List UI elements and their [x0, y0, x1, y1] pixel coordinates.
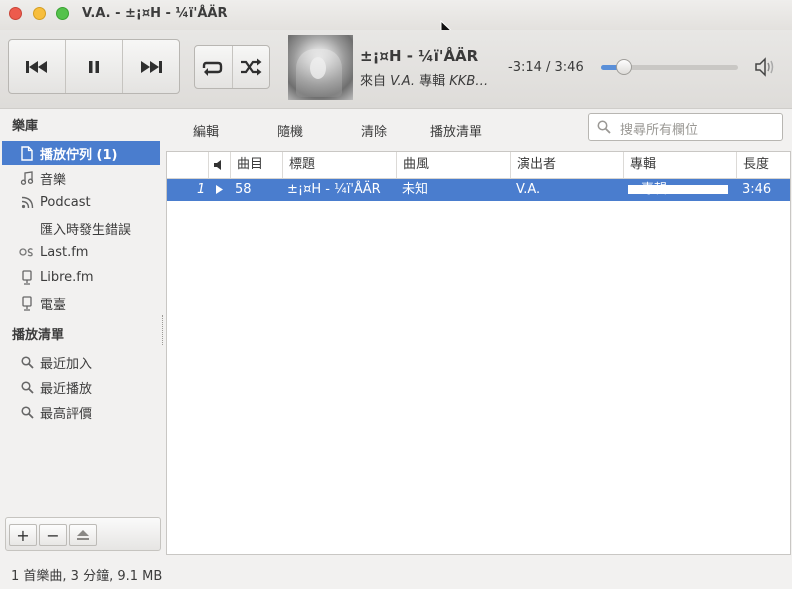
sidebar-footer: + −: [5, 517, 161, 551]
search-icon: [16, 405, 38, 419]
sidebar-item-play-queue[interactable]: 播放佇列 (1): [2, 141, 160, 165]
row-index: 1: [197, 182, 206, 197]
search-placeholder: 搜尋所有欄位: [620, 123, 699, 138]
search-icon: [16, 380, 38, 394]
status-bar: 1 首樂曲, 3 分鐘, 9.1 MB: [11, 569, 163, 584]
eject-button[interactable]: [69, 524, 97, 546]
play-icon: [216, 185, 223, 194]
elapsed-time: -3:14 / 3:46: [508, 60, 584, 75]
track-table: 曲目 標題 曲風 演出者 專輯 長度 1 58 ±¡¤H - ¼ï'ÅÄR 未知…: [166, 151, 791, 555]
transport-controls: [8, 39, 180, 94]
library-header: 樂庫: [12, 119, 39, 134]
sidebar-item-librefm[interactable]: Libre.fm: [0, 265, 160, 289]
volume-icon[interactable]: [754, 57, 778, 77]
column-index[interactable]: [167, 152, 209, 178]
redaction-bar: [628, 185, 728, 194]
column-track[interactable]: 曲目: [231, 152, 283, 178]
row-title: ±¡¤H - ¼ï'ÅÄR: [287, 182, 381, 197]
sidebar-item-radio[interactable]: 電臺: [0, 291, 160, 315]
skip-next-icon: [141, 60, 162, 73]
search-input[interactable]: 搜尋所有欄位: [588, 113, 783, 141]
eject-icon: [77, 530, 89, 540]
shuffle-icon: [240, 58, 262, 76]
window-title: V.A. - ±¡¤H - ¼ï'ÅÄR: [82, 6, 228, 21]
playing-indicator: [215, 179, 229, 201]
sidebar: 樂庫 播放佇列 (1) 音樂 Podcast 匯入時發生錯誤 Last.fm L…: [0, 109, 162, 557]
edit-button[interactable]: 編輯: [193, 121, 219, 140]
sidebar-item-recently-added[interactable]: 最近加入: [0, 350, 160, 374]
maximize-window-button[interactable]: [56, 7, 69, 20]
shuffle-button[interactable]: [233, 46, 270, 88]
column-playing[interactable]: [209, 152, 231, 178]
seek-handle[interactable]: [616, 59, 633, 75]
sidebar-item-import-errors[interactable]: 匯入時發生錯誤: [0, 216, 160, 240]
sidebar-item-recently-played[interactable]: 最近播放: [0, 375, 160, 399]
title-bar: V.A. - ±¡¤H - ¼ï'ÅÄR: [0, 0, 792, 30]
playback-mode-controls: [194, 45, 270, 89]
now-playing-album: KKB…: [449, 74, 489, 89]
shuffle-queue-button[interactable]: 隨機: [277, 121, 303, 140]
previous-button[interactable]: [9, 40, 66, 93]
remove-playlist-button[interactable]: −: [39, 524, 67, 546]
seek-slider[interactable]: [601, 59, 738, 75]
sidebar-item-lastfm[interactable]: Last.fm: [0, 240, 160, 264]
table-row[interactable]: 1 58 ±¡¤H - ¼ï'ÅÄR 未知 V.A. …專輯… 3:46: [167, 179, 790, 201]
sidebar-item-podcast[interactable]: Podcast: [0, 190, 160, 214]
sidebar-item-music[interactable]: 音樂: [0, 166, 160, 190]
minimize-window-button[interactable]: [33, 7, 46, 20]
music-note-icon: [16, 171, 38, 185]
rss-icon: [16, 196, 38, 209]
playlists-header: 播放清單: [12, 328, 65, 343]
device-icon: [16, 269, 38, 285]
lastfm-icon: [16, 247, 38, 257]
pause-icon: [89, 60, 99, 73]
player-toolbar: ±¡¤H - ¼ï'ÅÄR 來自 V.A. 專輯 KKB… -3:14 / 3:…: [0, 30, 792, 109]
column-album[interactable]: 專輯: [624, 152, 737, 178]
search-icon: [597, 120, 611, 134]
row-genre: 未知: [402, 182, 429, 197]
pause-button[interactable]: [66, 40, 123, 93]
row-track: 58: [235, 182, 252, 197]
column-genre[interactable]: 曲風: [397, 152, 511, 178]
column-length[interactable]: 長度: [737, 152, 790, 178]
next-button[interactable]: [123, 40, 179, 93]
album-art: [288, 35, 353, 100]
document-icon: [16, 145, 38, 161]
now-playing-title: ±¡¤H - ¼ï'ÅÄR: [360, 47, 479, 65]
search-icon: [16, 355, 38, 369]
skip-previous-icon: [26, 60, 47, 73]
speaker-icon: [214, 160, 221, 170]
playlist-button[interactable]: 播放清單: [430, 121, 482, 140]
add-playlist-button[interactable]: +: [9, 524, 37, 546]
sidebar-item-top-rated[interactable]: 最高評價: [0, 400, 160, 424]
column-title[interactable]: 標題: [283, 152, 397, 178]
table-header: 曲目 標題 曲風 演出者 專輯 長度: [167, 152, 790, 179]
close-window-button[interactable]: [9, 7, 22, 20]
clear-button[interactable]: 清除: [361, 121, 387, 140]
radio-icon: [16, 295, 38, 311]
repeat-icon: [203, 61, 223, 76]
row-album: …專輯…: [628, 179, 734, 201]
now-playing-artist: V.A.: [390, 74, 415, 89]
row-artist: V.A.: [516, 182, 541, 197]
column-artist[interactable]: 演出者: [511, 152, 624, 178]
now-playing-subtitle: 來自 V.A. 專輯 KKB…: [360, 74, 489, 89]
rhythmbox-window: V.A. - ±¡¤H - ¼ï'ÅÄR ±¡¤H - ¼ï'ÅÄR 來自 V.…: [0, 0, 792, 589]
repeat-button[interactable]: [195, 46, 233, 88]
row-length: 3:46: [742, 182, 772, 197]
